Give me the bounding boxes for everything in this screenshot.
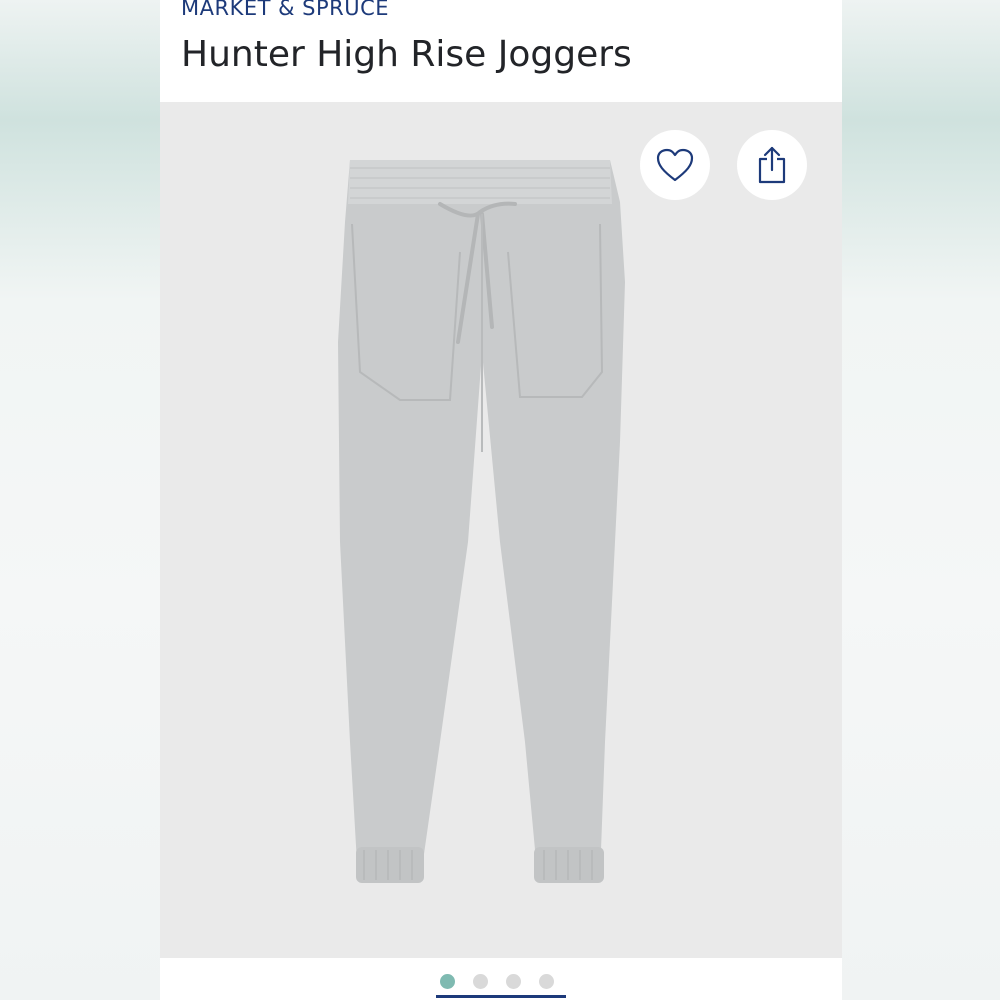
pager-dot-4[interactable] bbox=[539, 974, 554, 989]
pager-dot-1[interactable] bbox=[440, 974, 455, 989]
product-title: Hunter High Rise Joggers bbox=[181, 34, 632, 75]
pager-underline bbox=[436, 995, 566, 998]
product-screen: MARKET & SPRUCE Hunter High Rise Joggers bbox=[160, 0, 842, 1000]
product-header: MARKET & SPRUCE Hunter High Rise Joggers bbox=[160, 0, 842, 102]
blurred-backdrop-right bbox=[842, 0, 1000, 1000]
pager-dots bbox=[440, 974, 554, 989]
heart-icon bbox=[656, 148, 694, 182]
pager-dot-2[interactable] bbox=[473, 974, 488, 989]
favorite-button[interactable] bbox=[640, 130, 710, 200]
waistband bbox=[348, 160, 612, 204]
product-image-gallery[interactable] bbox=[160, 102, 842, 958]
share-icon bbox=[758, 146, 786, 184]
blurred-backdrop-left bbox=[0, 0, 160, 1000]
left-cuff bbox=[356, 847, 424, 883]
pager-dot-3[interactable] bbox=[506, 974, 521, 989]
share-button[interactable] bbox=[737, 130, 807, 200]
brand-name[interactable]: MARKET & SPRUCE bbox=[181, 0, 389, 20]
product-image bbox=[338, 160, 625, 883]
image-pager bbox=[160, 958, 842, 1000]
